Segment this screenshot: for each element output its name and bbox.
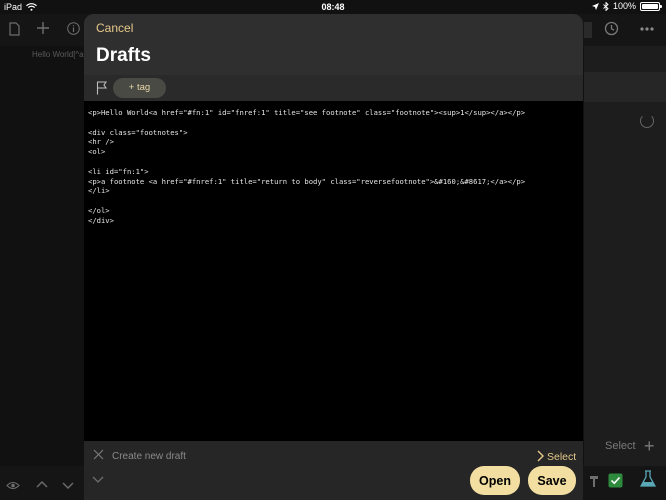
flag-icon[interactable] — [96, 81, 108, 95]
bluetooth-icon — [603, 1, 609, 11]
drafts-sheet: Cancel Drafts + tag <p>Hello World<a hre… — [84, 14, 583, 500]
editor-line: <hr /> — [88, 137, 114, 147]
editor-line: <ol> — [88, 147, 106, 157]
background-right-panel — [584, 46, 666, 500]
background-add-button: + — [644, 436, 655, 456]
editor-line: </ol> — [88, 205, 110, 215]
chevron-right-icon[interactable] — [536, 450, 544, 462]
flask-icon — [640, 470, 656, 487]
background-tab-label: Hello World[^a — [32, 50, 84, 59]
battery-icon — [640, 1, 662, 11]
editor-line: </li> — [88, 186, 110, 196]
add-tag-button[interactable]: + tag — [113, 78, 166, 98]
battery-percent: 100% — [612, 1, 636, 11]
draft-editor[interactable]: <p>Hello World<a href="#fn:1" id="fnref:… — [84, 101, 583, 441]
background-search-field — [584, 22, 592, 38]
status-right: 100% — [591, 1, 662, 11]
editor-line: <p>Hello World<a href="#fn:1" id="fnref:… — [88, 108, 526, 117]
editor-line: <li id="fn:1"> — [88, 166, 149, 176]
collapse-chevron-icon[interactable] — [92, 476, 104, 484]
new-draft-field[interactable]: Create new draft — [112, 451, 186, 462]
close-icon[interactable] — [93, 449, 104, 460]
info-icon — [67, 22, 80, 35]
sheet-footer: Create new draft Select Open Save — [84, 441, 583, 500]
document-icon — [9, 22, 20, 36]
editor-line: <div class="footnotes"> — [88, 127, 188, 137]
sheet-title: Drafts — [96, 45, 151, 66]
tag-bar: + tag — [84, 75, 583, 101]
checkbox-icon — [608, 473, 623, 488]
editor-line: <p>a footnote <a href="#fnref:1" title="… — [88, 176, 526, 186]
history-icon — [604, 21, 619, 36]
hammer-icon — [590, 476, 598, 487]
chevron-down-icon — [62, 482, 74, 489]
status-bar: iPad 08:48 100% — [0, 0, 666, 14]
select-button[interactable]: Select — [547, 451, 576, 463]
save-button[interactable]: Save — [528, 466, 576, 495]
loading-spinner-icon — [640, 114, 654, 128]
open-button[interactable]: Open — [470, 466, 520, 495]
cancel-button[interactable]: Cancel — [96, 21, 133, 35]
eye-icon — [6, 481, 20, 490]
editor-line: </div> — [88, 215, 114, 225]
plus-icon — [37, 22, 49, 34]
sheet-header: Cancel Drafts — [84, 14, 583, 75]
chevron-up-icon — [36, 481, 48, 488]
background-select-button: Select — [605, 440, 636, 452]
status-time: 08:48 — [321, 2, 345, 12]
location-arrow-icon — [591, 2, 599, 10]
more-icon — [640, 27, 654, 31]
background-right-bar — [584, 72, 666, 102]
